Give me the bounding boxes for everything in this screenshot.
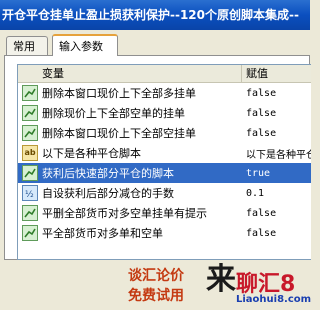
param-name: 以下是各种平仓脚本 <box>42 147 141 160</box>
params-header: 变量 赋值 <box>18 65 311 83</box>
param-value[interactable]: true <box>242 168 311 179</box>
bool-icon <box>22 105 38 121</box>
number-icon: ½ <box>22 185 38 201</box>
tab-common[interactable]: 常用 <box>6 36 48 55</box>
tab-input-params[interactable]: 输入参数 <box>52 34 118 56</box>
watermark-brand-big: 来 <box>206 262 236 297</box>
bool-icon <box>22 165 38 181</box>
window-title-bar: 开仓平仓挂单止盈止损获利保护--120个原创脚本集成-- <box>0 0 310 30</box>
param-value[interactable]: false <box>242 108 311 119</box>
svg-text:½: ½ <box>25 190 34 200</box>
text-icon: ab <box>22 145 38 161</box>
column-header-value[interactable]: 赋值 <box>242 65 311 82</box>
param-row[interactable]: 删除本窗口现价上下全部多挂单 false <box>18 83 311 103</box>
bool-icon <box>22 225 38 241</box>
param-name: 平全部货币对多单和空单 <box>42 227 163 240</box>
param-row[interactable]: ½ 自设获利后部分减仓的手数 0.1 <box>18 183 311 203</box>
bool-icon <box>22 205 38 221</box>
param-value[interactable]: 以下是各种平仓脚本 <box>242 146 311 161</box>
param-row[interactable]: ab 以下是各种平仓脚本 以下是各种平仓脚本 <box>18 143 311 163</box>
watermark-slogan: 谈汇论价 免费试用 <box>128 266 206 306</box>
param-name: 删除本窗口现价上下全部空挂单 <box>42 127 196 140</box>
window-title: 开仓平仓挂单止盈止损获利保护--120个原创脚本集成-- <box>2 8 299 22</box>
param-value[interactable]: false <box>242 88 311 99</box>
param-value[interactable]: 0.1 <box>242 188 311 199</box>
param-row[interactable]: 删除本窗口现价上下全部空挂单 false <box>18 123 311 143</box>
bool-icon <box>22 125 38 141</box>
param-row-selected[interactable]: 获利后快速部分平仓的脚本 true <box>18 163 311 183</box>
param-name: 平删全部货币对多空单挂单有提示 <box>42 207 207 220</box>
param-name: 获利后快速部分平仓的脚本 <box>42 167 174 180</box>
param-row[interactable]: 平删全部货币对多空单挂单有提示 false <box>18 203 311 223</box>
params-list[interactable]: 变量 赋值 删除本窗口现价上下全部多挂单 false 删除现价上下全部空单的挂单… <box>17 64 311 260</box>
param-row[interactable]: 平全部货币对多单和空单 false <box>18 223 311 243</box>
param-name: 自设获利后部分减仓的手数 <box>42 187 174 200</box>
watermark-line-2: 免费试用 <box>128 288 184 304</box>
tab-panel: 变量 赋值 删除本窗口现价上下全部多挂单 false 删除现价上下全部空单的挂单… <box>4 55 311 260</box>
bool-icon <box>22 85 38 101</box>
column-header-variable[interactable]: 变量 <box>18 65 242 82</box>
param-row[interactable]: 删除现价上下全部空单的挂单 false <box>18 103 311 123</box>
param-name: 删除现价上下全部空单的挂单 <box>42 107 185 120</box>
param-value[interactable]: false <box>242 228 311 239</box>
watermark-brand-url: Liaohui8.com <box>236 294 312 305</box>
watermark-logo: 来 聊汇8 Liaohui8.com <box>206 262 312 310</box>
param-value[interactable]: false <box>242 208 311 219</box>
param-name: 删除本窗口现价上下全部多挂单 <box>42 87 196 100</box>
watermark-line-1: 谈汇论价 <box>128 268 184 284</box>
param-value[interactable]: false <box>242 128 311 139</box>
